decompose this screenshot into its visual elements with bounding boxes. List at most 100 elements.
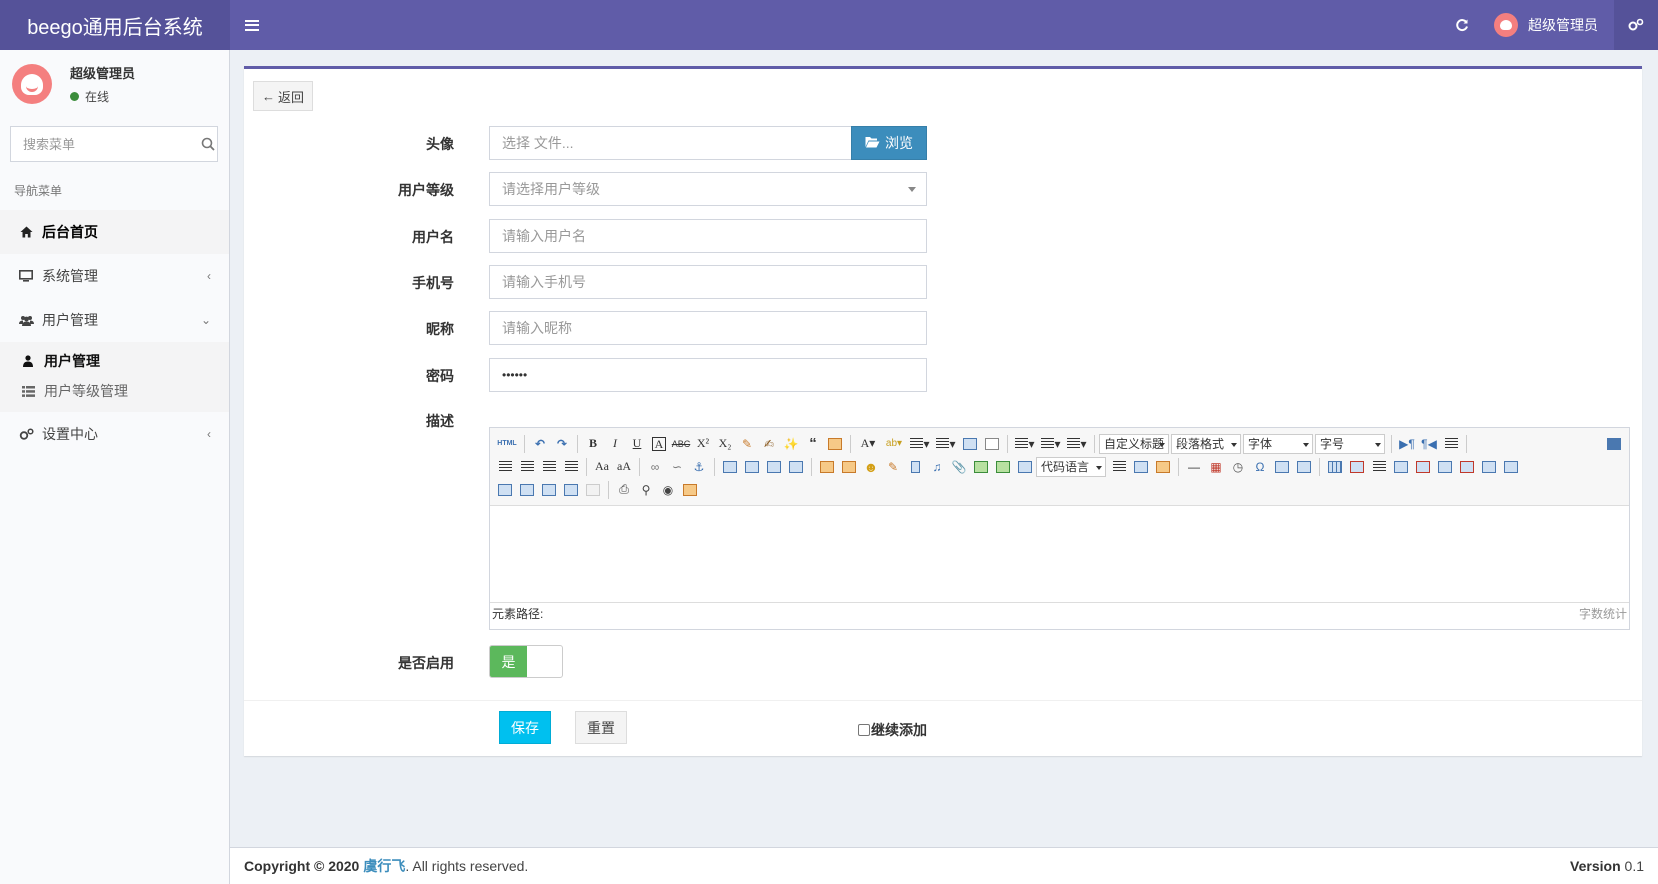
split-to-cells-icon[interactable] <box>516 480 538 500</box>
ordered-list-icon[interactable]: ▾ <box>907 434 933 454</box>
user-menu[interactable]: 超级管理员 <box>1484 0 1614 50</box>
link-icon[interactable]: ∞ <box>644 457 666 477</box>
paragraph-select[interactable]: 段落格式 <box>1171 433 1241 454</box>
page-break-icon[interactable] <box>1108 457 1130 477</box>
gmap-icon[interactable] <box>992 457 1014 477</box>
ltr-icon[interactable]: ▶¶ <box>1396 434 1418 454</box>
brand-logo[interactable]: beego通用后台系统 <box>0 0 230 50</box>
level-select[interactable]: 请选择用户等级 <box>489 172 927 206</box>
auto-format-icon[interactable]: ✨ <box>780 434 802 454</box>
drafts-icon[interactable] <box>679 480 701 500</box>
map-icon[interactable] <box>970 457 992 477</box>
sidebar-subitem-user-level[interactable]: 用户等级管理 <box>0 376 229 406</box>
template-icon[interactable] <box>1130 457 1152 477</box>
bold-icon[interactable]: B <box>582 434 604 454</box>
sidebar-subitem-user-manage[interactable]: 用户管理 <box>0 346 229 376</box>
date-icon[interactable]: ▦ <box>1205 457 1227 477</box>
sidebar-item-system[interactable]: 系统管理 ‹ <box>0 254 229 298</box>
underline-icon[interactable]: U <box>626 434 648 454</box>
select-all-icon[interactable] <box>959 434 981 454</box>
gears-icon[interactable] <box>1614 0 1658 50</box>
strikethrough-icon[interactable]: ABC <box>670 434 692 454</box>
insert-table-icon[interactable] <box>1324 457 1346 477</box>
delete-col-icon[interactable] <box>1456 457 1478 477</box>
background-icon[interactable] <box>1152 457 1174 477</box>
sidebar-item-users[interactable]: 用户管理 ⌄ <box>0 298 229 342</box>
avatar-file-field[interactable]: 选择 文件... 浏览 <box>489 126 927 160</box>
anchor-icon[interactable]: ⚓ <box>688 457 710 477</box>
italic-icon[interactable]: I <box>604 434 626 454</box>
username-input[interactable] <box>502 220 926 252</box>
special-chars-icon[interactable]: Ω <box>1249 457 1271 477</box>
font-color-icon[interactable]: A▾ <box>855 434 881 454</box>
unordered-list-icon[interactable]: ▾ <box>933 434 959 454</box>
insert-image-icon[interactable] <box>838 457 860 477</box>
save-button[interactable]: 保存 <box>499 711 551 744</box>
charts-icon[interactable] <box>582 480 604 500</box>
password-field[interactable]: •••••• <box>489 358 927 392</box>
insert-frame-icon[interactable] <box>1014 457 1036 477</box>
undo-icon[interactable]: ↶ <box>529 434 551 454</box>
continue-add-option[interactable]: 继续添加 <box>858 720 927 740</box>
merge-cells-icon[interactable] <box>1478 457 1500 477</box>
music-icon[interactable]: ♫ <box>926 457 948 477</box>
phone-input[interactable] <box>502 266 926 298</box>
subscript-icon[interactable]: X₂ <box>714 434 736 454</box>
font-size-select[interactable]: 字号 <box>1315 433 1385 454</box>
merge-right-icon[interactable] <box>1500 457 1522 477</box>
menu-search-input[interactable] <box>11 127 199 161</box>
font-family-select[interactable]: 字体 <box>1243 433 1313 454</box>
snapscreen-icon[interactable] <box>1293 457 1315 477</box>
back-color-icon[interactable]: ab▾ <box>881 434 907 454</box>
sidebar-item-home[interactable]: 后台首页 <box>0 210 229 254</box>
align-left-icon[interactable] <box>494 457 516 477</box>
refresh-icon[interactable] <box>1440 0 1484 50</box>
back-button[interactable]: ← 返回 <box>253 81 313 111</box>
blockquote-icon[interactable]: “ <box>802 434 824 454</box>
rtl-icon[interactable]: ¶◀ <box>1418 434 1440 454</box>
touppercase-icon[interactable]: Aa <box>591 457 613 477</box>
eraser-icon[interactable]: ✎ <box>736 434 758 454</box>
sidebar-toggle-button[interactable] <box>230 0 274 50</box>
wordimage-icon[interactable] <box>1271 457 1293 477</box>
print-icon[interactable]: ⎙ <box>613 480 635 500</box>
search-replace-icon[interactable]: ◉ <box>657 480 679 500</box>
emotion-icon[interactable]: ☻ <box>860 457 882 477</box>
unlink-icon[interactable]: ∽ <box>666 457 688 477</box>
search-icon[interactable] <box>199 137 217 151</box>
format-brush-icon[interactable]: ✍ <box>758 434 780 454</box>
scrawl-icon[interactable]: ✎ <box>882 457 904 477</box>
editor-content-area[interactable] <box>490 506 1629 602</box>
delete-table-icon[interactable] <box>1346 457 1368 477</box>
image-none-icon[interactable] <box>719 457 741 477</box>
row-spacing-top-icon[interactable]: ▾ <box>1012 434 1038 454</box>
split-to-cols-icon[interactable] <box>560 480 582 500</box>
line-height-icon[interactable]: ▾ <box>1064 434 1090 454</box>
insert-col-icon[interactable] <box>1434 457 1456 477</box>
html-source-button[interactable]: HTML <box>494 434 520 454</box>
image-right-icon[interactable] <box>763 457 785 477</box>
enable-toggle-switch[interactable]: 是 <box>489 645 563 678</box>
insert-video-icon[interactable] <box>904 457 926 477</box>
clear-doc-icon[interactable] <box>981 434 1003 454</box>
reset-button[interactable]: 重置 <box>575 711 627 744</box>
image-left-icon[interactable] <box>741 457 763 477</box>
horizontal-rule-icon[interactable]: — <box>1183 457 1205 477</box>
redo-icon[interactable]: ↷ <box>551 434 573 454</box>
align-right-icon[interactable] <box>538 457 560 477</box>
heading-select[interactable]: 自定义标题 <box>1099 433 1169 454</box>
preview-icon[interactable]: ⚲ <box>635 480 657 500</box>
time-icon[interactable]: ◷ <box>1227 457 1249 477</box>
insert-paragraph-before-table-icon[interactable] <box>1368 457 1390 477</box>
author-link[interactable]: 虞行飞 <box>363 856 405 876</box>
continue-add-checkbox[interactable] <box>858 724 870 736</box>
sidebar-item-settings[interactable]: 设置中心 ‹ <box>0 412 229 456</box>
fullscreen-icon[interactable] <box>1603 434 1625 454</box>
align-justify-icon[interactable] <box>560 457 582 477</box>
delete-row-icon[interactable] <box>1412 457 1434 477</box>
indent-icon[interactable] <box>1440 434 1462 454</box>
split-to-rows-icon[interactable] <box>538 480 560 500</box>
font-border-icon[interactable]: A <box>648 434 670 454</box>
image-center-icon[interactable] <box>785 457 807 477</box>
paste-text-icon[interactable] <box>824 434 846 454</box>
